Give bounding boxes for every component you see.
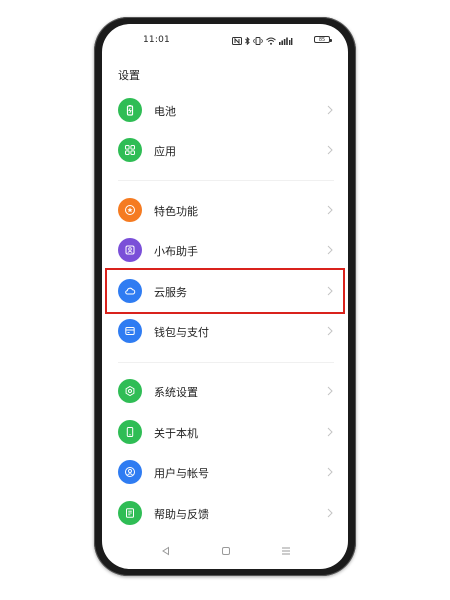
settings-item-users-accounts[interactable]: 用户与帐号 (102, 454, 348, 492)
settings-item-apps[interactable]: 应用 (102, 132, 348, 170)
settings-item-wallet-payment[interactable]: 钱包与支付 (102, 313, 348, 351)
assistant-icon (118, 238, 142, 262)
chevron-right-icon (327, 205, 333, 215)
settings-item-cloud-service[interactable]: 云服务 (102, 273, 348, 311)
settings-item-label: 用户与帐号 (154, 467, 209, 480)
settings-item-label: 关于本机 (154, 427, 198, 440)
status-bar: 11:01 85 (102, 24, 348, 58)
chevron-right-icon (327, 326, 333, 336)
wifi-icon (266, 37, 276, 45)
settings-item-label: 钱包与支付 (154, 326, 209, 339)
battery-icon: 85 (314, 36, 332, 43)
settings-item-label: 电池 (154, 105, 176, 118)
chevron-right-icon (327, 467, 333, 477)
user-icon (118, 460, 142, 484)
settings-item-special-features[interactable]: 特色功能 (102, 192, 348, 230)
document-icon (118, 501, 142, 525)
hexagon-gear-icon (118, 379, 142, 403)
status-time: 11:01 (143, 35, 170, 45)
settings-item-label: 帮助与反馈 (154, 508, 209, 521)
chevron-right-icon (327, 245, 333, 255)
settings-item-system-settings[interactable]: 系统设置 (102, 373, 348, 411)
back-icon[interactable] (160, 545, 172, 557)
bluetooth-icon (245, 36, 250, 45)
chevron-right-icon (327, 508, 333, 518)
vibrate-icon (253, 36, 263, 45)
group-divider (118, 180, 334, 181)
page-title: 设置 (118, 69, 140, 82)
settings-item-label: 系统设置 (154, 386, 198, 399)
chevron-right-icon (327, 386, 333, 396)
group-divider (118, 362, 334, 363)
star-icon (118, 198, 142, 222)
navigation-bar (102, 540, 348, 564)
battery-icon (118, 98, 142, 122)
nfc-icon (232, 36, 242, 45)
settings-item-about-phone[interactable]: 关于本机 (102, 414, 348, 452)
chevron-right-icon (327, 427, 333, 437)
menu-icon[interactable] (280, 545, 292, 557)
grid-icon (118, 138, 142, 162)
chevron-right-icon (327, 105, 333, 115)
settings-item-battery[interactable]: 电池 (102, 92, 348, 130)
status-icons (232, 36, 293, 45)
cloud-icon (118, 279, 142, 303)
phone-screen: 11:01 85 设置 电池 应用 特色功能 小布助手 云服务 钱包与支付 系统… (102, 24, 348, 569)
settings-item-help-feedback[interactable]: 帮助与反馈 (102, 495, 348, 533)
settings-item-label: 云服务 (154, 286, 187, 299)
signal-icon (279, 37, 293, 45)
settings-item-breeno-assistant[interactable]: 小布助手 (102, 232, 348, 270)
chevron-right-icon (327, 286, 333, 296)
phone-icon (118, 420, 142, 444)
settings-item-label: 小布助手 (154, 245, 198, 258)
wallet-icon (118, 319, 142, 343)
settings-item-label: 应用 (154, 145, 176, 158)
home-icon[interactable] (220, 545, 232, 557)
chevron-right-icon (327, 145, 333, 155)
settings-item-label: 特色功能 (154, 205, 198, 218)
